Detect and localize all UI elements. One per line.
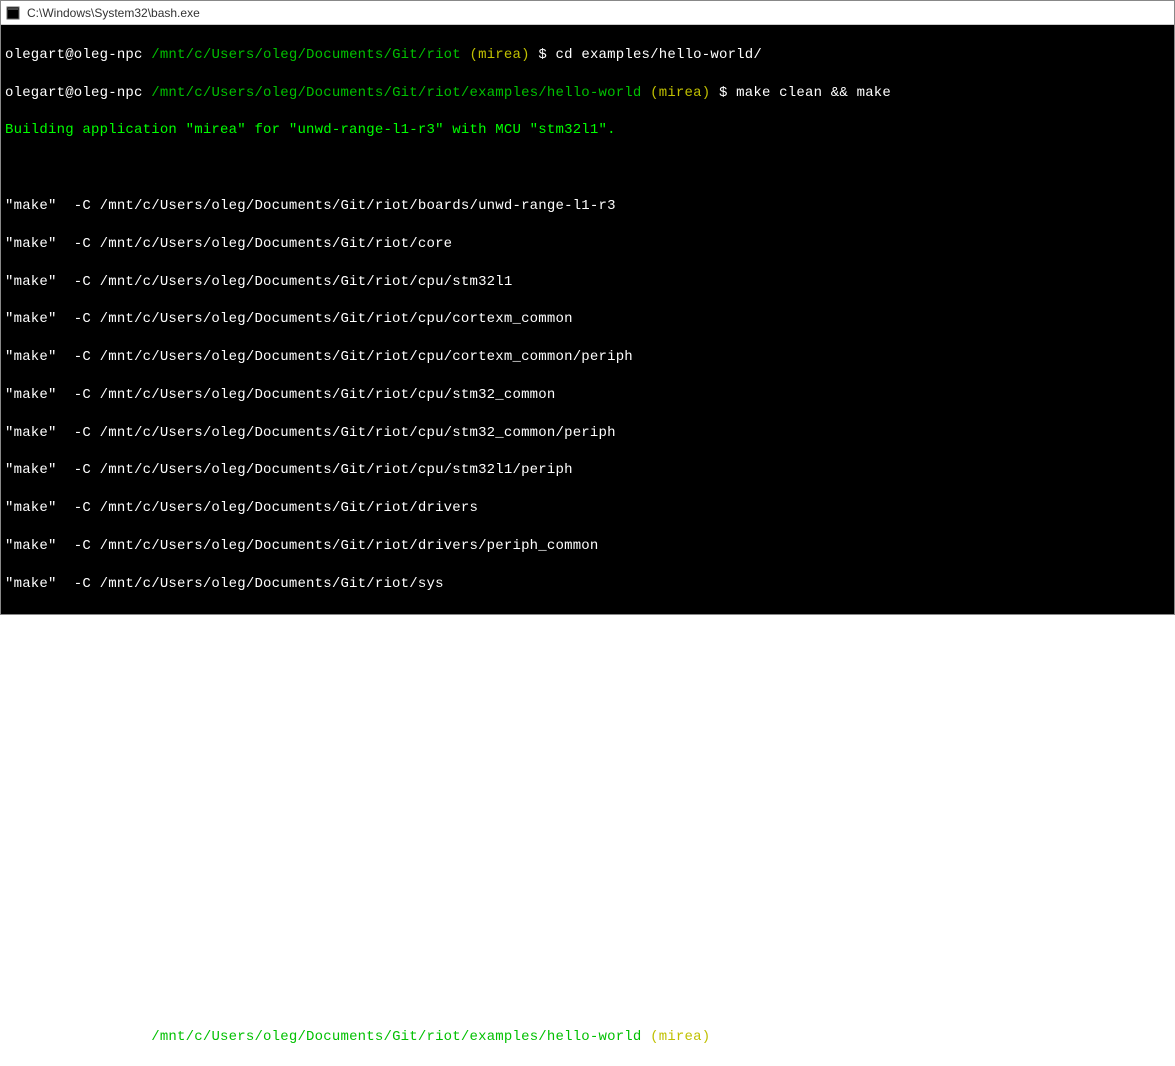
- make-output-line: "make" -C /mnt/c/Users/oleg/Documents/Gi…: [5, 575, 1170, 594]
- build-message: Building application "mirea" for "unwd-r…: [5, 121, 1170, 140]
- prompt-command: cd examples/hello-world/: [556, 47, 762, 63]
- size-header: text data bss dec hex filename: [5, 953, 1170, 972]
- prompt-symbol: $: [719, 1029, 728, 1045]
- make-output-line: "make" -C /mnt/c/Users/oleg/Documents/Gi…: [5, 461, 1170, 480]
- make-output-line: "make" -C /mnt/c/Users/oleg/Documents/Gi…: [5, 310, 1170, 329]
- final-prompt-line: olegart@oleg-npc /mnt/c/Users/oleg/Docum…: [5, 1028, 1170, 1047]
- make-output-line: "make" -C /mnt/c/Users/oleg/Documents/Gi…: [5, 839, 1170, 858]
- prompt-branch: (mirea): [650, 85, 710, 101]
- size-values: 18336 500 4516 23352 5b38 /mnt/c/Users/o…: [5, 990, 1170, 1009]
- make-output-line: "make" -C /mnt/c/Users/oleg/Documents/Gi…: [5, 764, 1170, 783]
- make-output-line: "make" -C /mnt/c/Users/oleg/Documents/Gi…: [5, 386, 1170, 405]
- prompt-user: olegart@oleg-npc: [5, 47, 143, 63]
- make-output-line: "make" -C /mnt/c/Users/oleg/Documents/Gi…: [5, 235, 1170, 254]
- prompt-path: /mnt/c/Users/oleg/Documents/Git/riot/exa…: [151, 85, 641, 101]
- make-output-line: "make" -C /mnt/c/Users/oleg/Documents/Gi…: [5, 688, 1170, 707]
- prompt-line-0: olegart@oleg-npc /mnt/c/Users/oleg/Docum…: [5, 46, 1170, 65]
- prompt-symbol: $: [538, 47, 547, 63]
- make-output-line: "make" -C /mnt/c/Users/oleg/Documents/Gi…: [5, 273, 1170, 292]
- make-output-line: "make" -C /mnt/c/Users/oleg/Documents/Gi…: [5, 726, 1170, 745]
- make-output-line: "make" -C /mnt/c/Users/oleg/Documents/Gi…: [5, 613, 1170, 632]
- make-output-line: "make" -C /mnt/c/Users/oleg/Documents/Gi…: [5, 802, 1170, 821]
- prompt-branch: (mirea): [650, 1029, 710, 1045]
- make-output-line: "make" -C /mnt/c/Users/oleg/Documents/Gi…: [5, 915, 1170, 934]
- prompt-path: /mnt/c/Users/oleg/Documents/Git/riot: [151, 47, 461, 63]
- make-output-line: "make" -C /mnt/c/Users/oleg/Documents/Gi…: [5, 499, 1170, 518]
- cursor: [738, 1030, 747, 1045]
- blank-line: [5, 159, 1170, 178]
- terminal-area[interactable]: olegart@oleg-npc /mnt/c/Users/oleg/Docum…: [1, 25, 1174, 614]
- make-output-line: "make" -C /mnt/c/Users/oleg/Documents/Gi…: [5, 650, 1170, 669]
- prompt-symbol: $: [719, 85, 728, 101]
- prompt-user: olegart@oleg-npc: [5, 1029, 143, 1045]
- prompt-user: olegart@oleg-npc: [5, 85, 143, 101]
- window-titlebar[interactable]: C:\Windows\System32\bash.exe: [1, 1, 1174, 25]
- make-output-line: "make" -C /mnt/c/Users/oleg/Documents/Gi…: [5, 877, 1170, 896]
- make-output-line: "make" -C /mnt/c/Users/oleg/Documents/Gi…: [5, 197, 1170, 216]
- prompt-line-1: olegart@oleg-npc /mnt/c/Users/oleg/Docum…: [5, 84, 1170, 103]
- window-title: C:\Windows\System32\bash.exe: [27, 6, 200, 20]
- app-icon: [5, 5, 21, 21]
- prompt-path: /mnt/c/Users/oleg/Documents/Git/riot/exa…: [151, 1029, 641, 1045]
- prompt-branch: (mirea): [470, 47, 530, 63]
- make-output-line: "make" -C /mnt/c/Users/oleg/Documents/Gi…: [5, 537, 1170, 556]
- make-output-line: "make" -C /mnt/c/Users/oleg/Documents/Gi…: [5, 348, 1170, 367]
- prompt-command: make clean && make: [736, 85, 891, 101]
- make-output-line: "make" -C /mnt/c/Users/oleg/Documents/Gi…: [5, 424, 1170, 443]
